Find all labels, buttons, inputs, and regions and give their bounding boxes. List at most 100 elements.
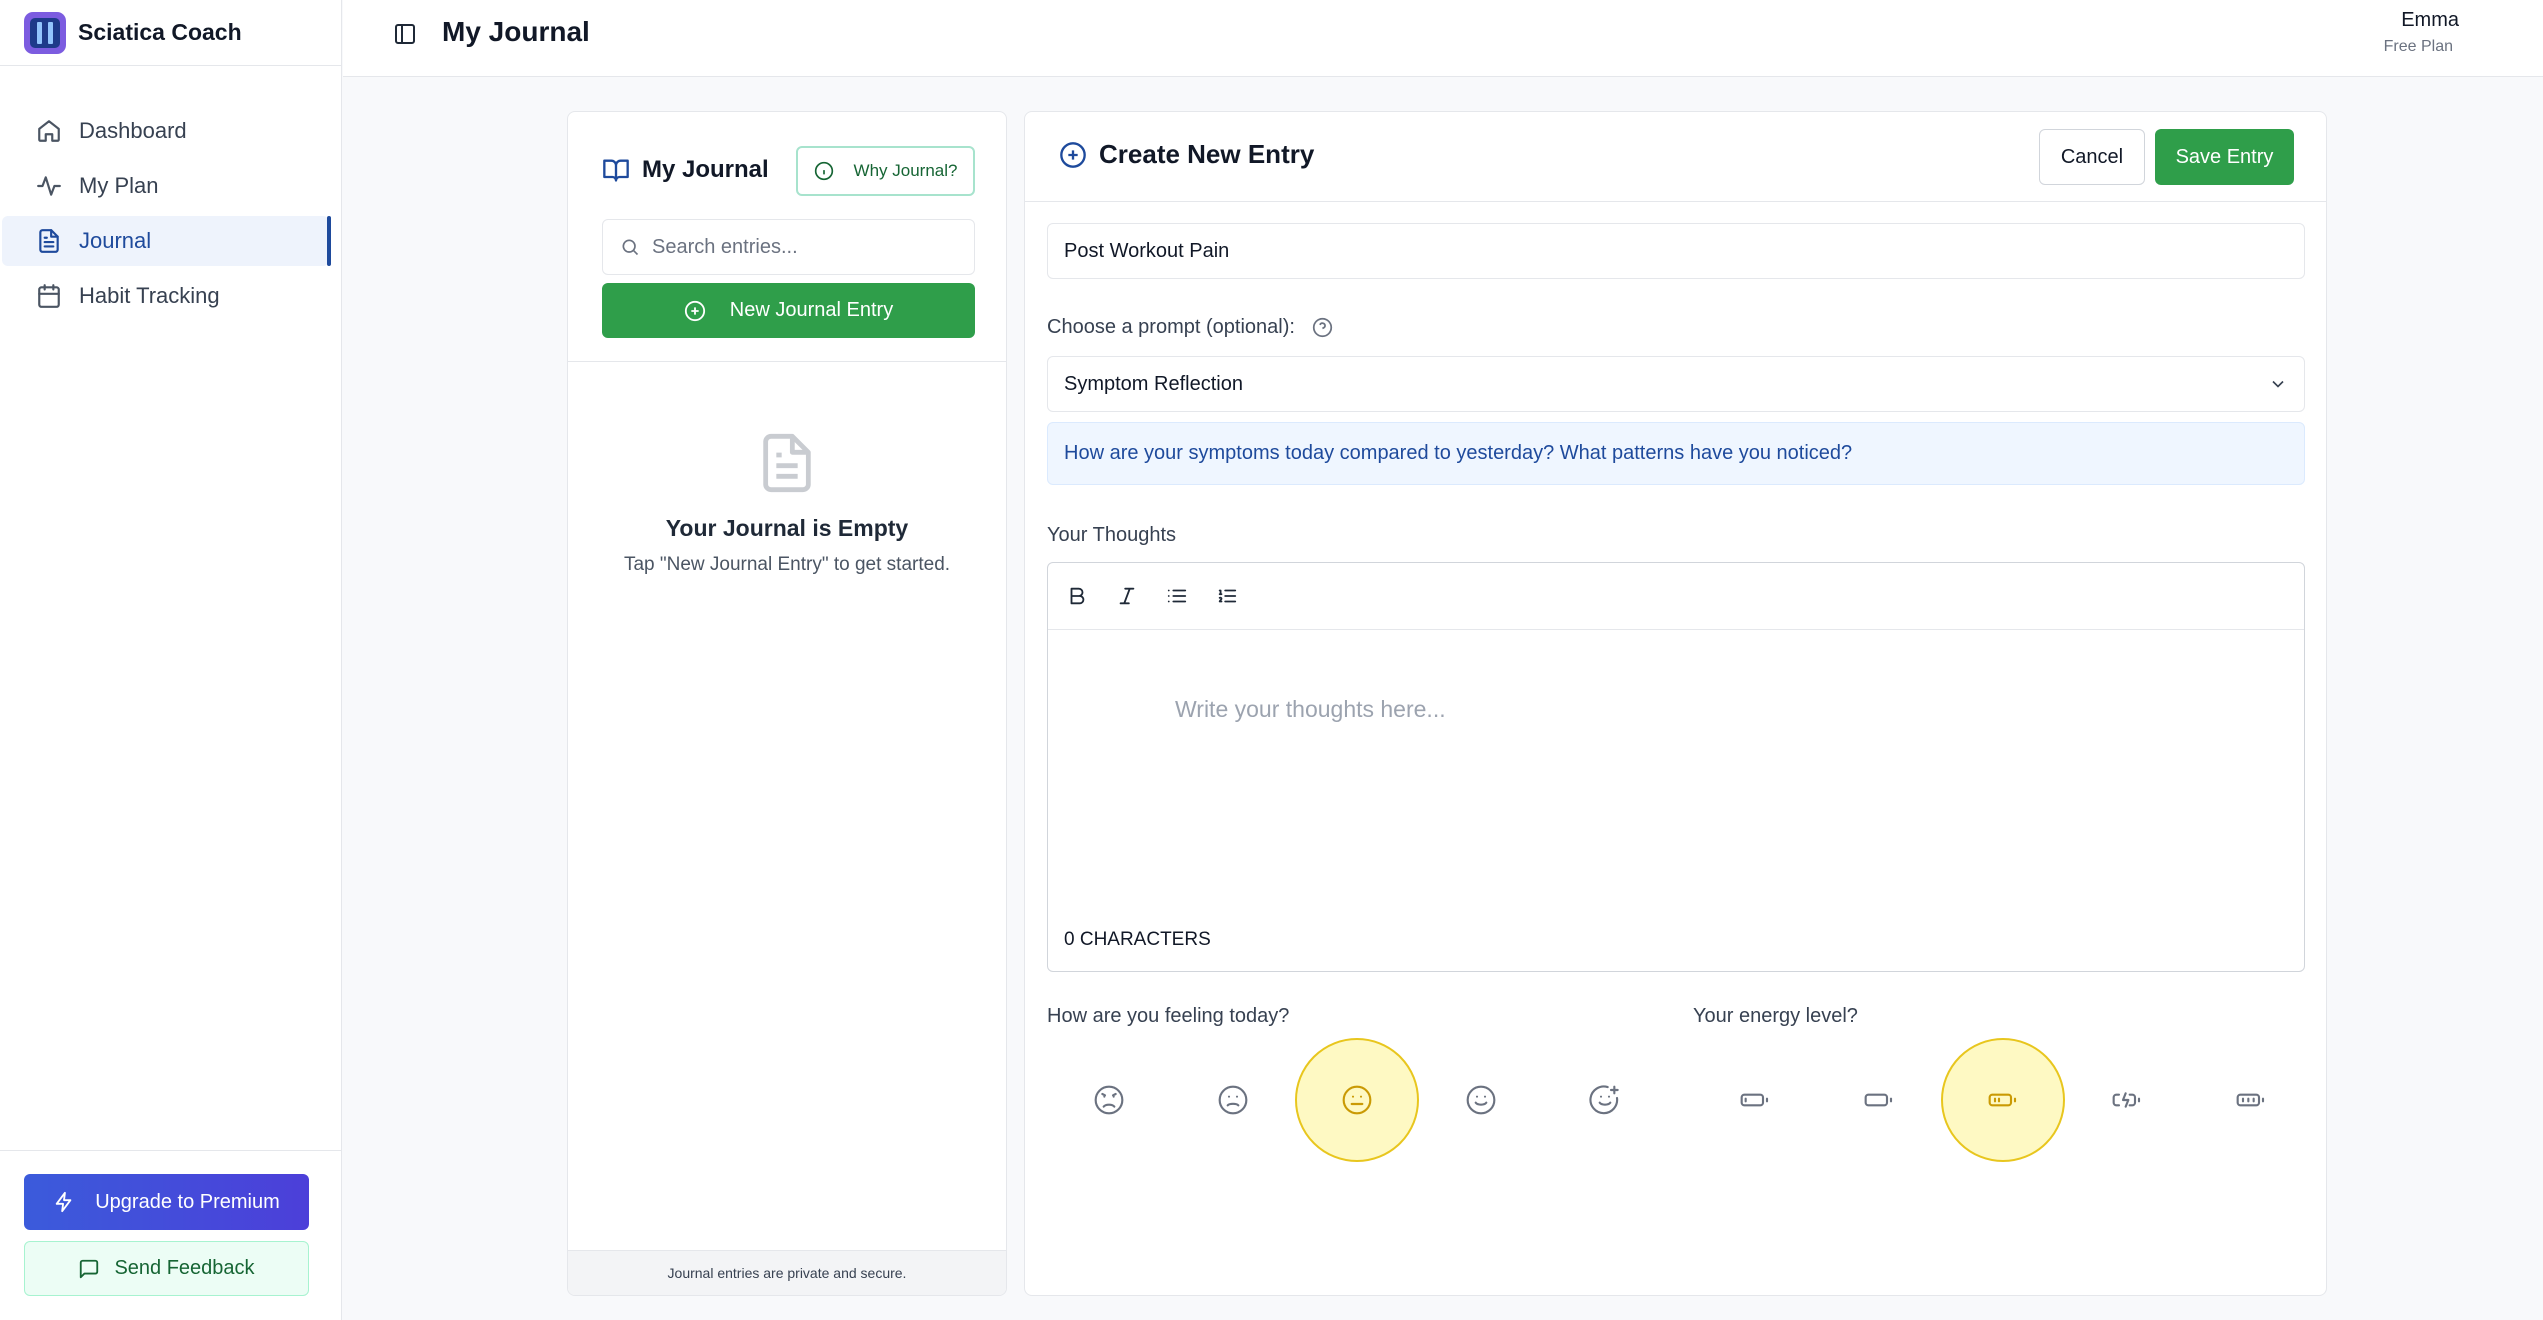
send-feedback-button[interactable]: Send Feedback: [24, 1241, 309, 1296]
feedback-label: Send Feedback: [114, 1257, 255, 1279]
very-happy-face-icon: [1589, 1085, 1619, 1115]
calendar-icon: [38, 284, 60, 308]
empty-subtitle: Tap "New Journal Entry" to get started.: [623, 554, 951, 575]
new-journal-entry-button[interactable]: New Journal Entry: [602, 283, 975, 338]
mood-label: How are you feeling today?: [1047, 1005, 1290, 1027]
mood-option-sad[interactable]: [1171, 1038, 1295, 1162]
bold-button[interactable]: [1064, 583, 1090, 609]
plus-circle-icon: [684, 300, 705, 321]
search-box: [602, 219, 975, 275]
battery-full-icon: [2236, 1093, 2265, 1107]
energy-option-low[interactable]: [1817, 1038, 1941, 1162]
upgrade-premium-button[interactable]: Upgrade to Premium: [24, 1174, 309, 1230]
neutral-face-icon: [1342, 1085, 1372, 1115]
thoughts-placeholder: Write your thoughts here...: [1175, 696, 1446, 722]
prompt-label-wrap: Choose a prompt (optional):: [1047, 316, 1333, 339]
chevron-down-icon: [2272, 380, 2284, 388]
energy-option-medium[interactable]: [1941, 1038, 2065, 1162]
empty-state: Your Journal is Empty Tap "New Journal E…: [568, 428, 1006, 576]
search-input[interactable]: [652, 235, 952, 259]
message-icon: [80, 1259, 99, 1278]
editor-toolbar: [1048, 563, 2304, 630]
activity-icon: [37, 176, 61, 196]
journal-list-panel: My Journal Why Journal? New Journal Entr…: [567, 111, 1007, 1296]
sidebar-toggle-icon[interactable]: [393, 22, 417, 46]
prompt-question: How are your symptoms today compared to …: [1047, 422, 2305, 485]
cancel-button[interactable]: Cancel: [2039, 129, 2145, 185]
journal-list-header: My Journal: [602, 156, 769, 184]
bold-icon: [1070, 587, 1085, 605]
upgrade-label: Upgrade to Premium: [95, 1190, 280, 1213]
why-journal-button[interactable]: Why Journal?: [796, 146, 975, 196]
why-journal-label: Why Journal?: [853, 161, 958, 180]
mood-scale: [1047, 1038, 1667, 1162]
very-sad-face-icon: [1094, 1085, 1124, 1115]
happy-face-icon: [1466, 1085, 1496, 1115]
prompt-selected: Symptom Reflection: [1064, 372, 1243, 395]
plus-circle-icon: [1060, 141, 1086, 168]
new-entry-label: New Journal Entry: [729, 299, 894, 321]
bullet-list-icon: [1167, 589, 1187, 603]
top-bar: My Journal Emma Free Plan: [343, 0, 2543, 77]
prompt-select[interactable]: Symptom Reflection: [1047, 356, 2305, 412]
numbered-list-button[interactable]: [1214, 583, 1240, 609]
sidebar-footer: Upgrade to Premium Send Feedback: [0, 1150, 341, 1319]
empty-title: Your Journal is Empty: [665, 515, 909, 541]
sidebar-item-label: Journal: [79, 228, 152, 253]
thoughts-editor[interactable]: Write your thoughts here... 0 CHARACTERS: [1047, 562, 2305, 972]
save-entry-button[interactable]: Save Entry: [2155, 129, 2294, 185]
prompt-label: Choose a prompt (optional):: [1047, 316, 1295, 338]
divider: [568, 361, 1006, 362]
sidebar-item-journal[interactable]: Journal: [2, 216, 331, 266]
search-icon: [622, 239, 639, 256]
entry-form-header: Create New Entry Cancel Save Entry: [1025, 112, 2326, 202]
energy-scale: [1693, 1038, 2313, 1162]
home-icon: [38, 120, 60, 142]
battery-charging-icon: [2112, 1092, 2141, 1108]
energy-option-very-high[interactable]: [2189, 1038, 2313, 1162]
entry-form-panel: Create New Entry Cancel Save Entry Choos…: [1024, 111, 2327, 1296]
entry-form-title: Create New Entry: [1099, 139, 1315, 169]
zap-icon: [55, 1191, 72, 1213]
battery-empty-icon: [1740, 1093, 1769, 1107]
sidebar-item-dashboard[interactable]: Dashboard: [0, 106, 341, 156]
file-text-icon: [39, 229, 59, 253]
mood-option-happy[interactable]: [1419, 1038, 1543, 1162]
bullet-list-button[interactable]: [1164, 583, 1190, 609]
thoughts-label: Your Thoughts: [1047, 524, 1176, 546]
sidebar-item-label: Dashboard: [79, 118, 187, 143]
character-count: 0 CHARACTERS: [1064, 929, 1211, 950]
help-circle-icon[interactable]: [1312, 317, 1333, 338]
brand[interactable]: Sciatica Coach: [0, 0, 341, 66]
italic-button[interactable]: [1114, 583, 1140, 609]
energy-option-high[interactable]: [2065, 1038, 2189, 1162]
energy-option-very-low[interactable]: [1693, 1038, 1817, 1162]
mood-option-very-happy[interactable]: [1543, 1038, 1667, 1162]
entry-form-title-wrap: Create New Entry: [1059, 139, 1314, 170]
sidebar-item-label: Habit Tracking: [79, 283, 220, 308]
sidebar-item-habit-tracking[interactable]: Habit Tracking: [0, 271, 341, 321]
page-title: My Journal: [442, 16, 590, 47]
privacy-note: Journal entries are private and secure.: [568, 1250, 1006, 1295]
mood-option-neutral[interactable]: [1295, 1038, 1419, 1162]
info-icon: [814, 161, 833, 181]
user-plan: Free Plan: [2383, 38, 2453, 55]
numbered-list-icon: [1218, 589, 1237, 603]
mood-option-very-sad[interactable]: [1047, 1038, 1171, 1162]
entry-title-input[interactable]: [1047, 223, 2305, 279]
sidebar-item-my-plan[interactable]: My Plan: [0, 161, 341, 211]
sidebar-item-label: My Plan: [79, 173, 159, 198]
sidebar-nav: Dashboard My Plan Journal Habit Tracking: [0, 66, 341, 321]
journal-list-title: My Journal: [642, 156, 769, 183]
book-open-icon: [603, 159, 629, 182]
user-name: Emma: [2401, 9, 2459, 31]
battery-medium-icon: [1988, 1093, 2017, 1107]
document-icon: [763, 433, 811, 493]
sidebar: Sciatica Coach Dashboard My Plan Journal…: [0, 0, 342, 1320]
energy-label: Your energy level?: [1693, 1005, 1858, 1027]
battery-icon: [1864, 1093, 1893, 1107]
app-name: Sciatica Coach: [78, 19, 242, 45]
sad-face-icon: [1218, 1085, 1248, 1115]
user-menu[interactable]: Emma Free Plan: [2383, 9, 2459, 56]
italic-icon: [1119, 587, 1135, 605]
